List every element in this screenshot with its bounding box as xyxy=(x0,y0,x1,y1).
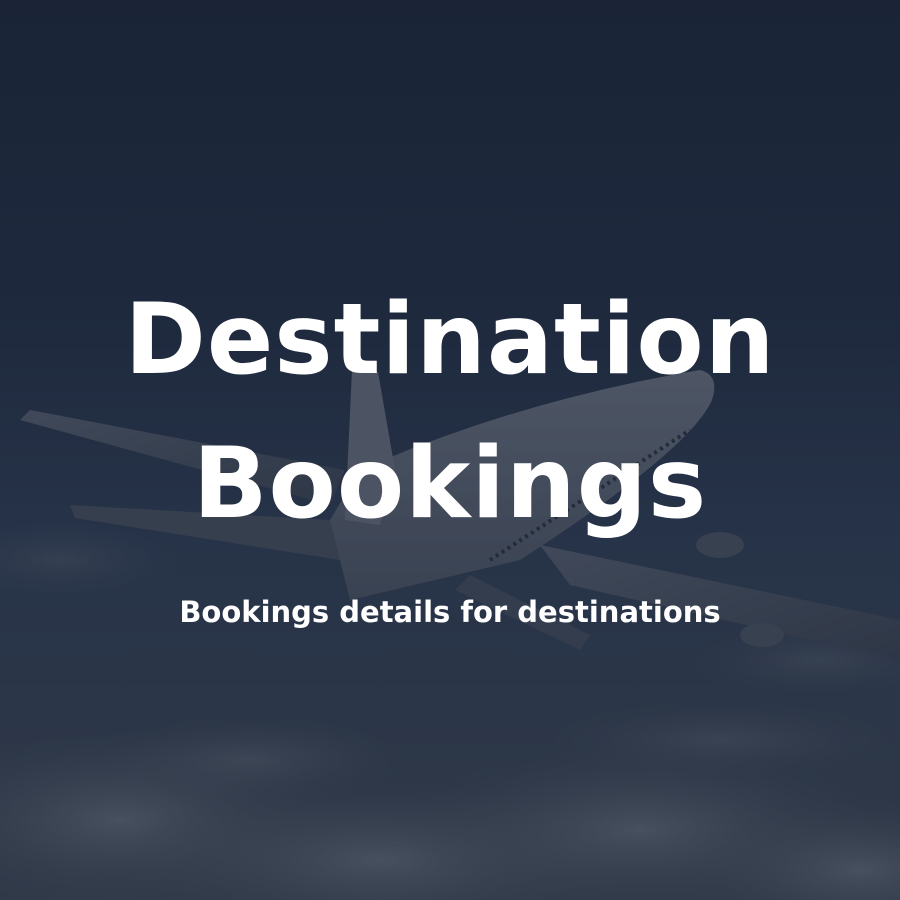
title-line-2: Bookings xyxy=(192,427,708,541)
page-subtitle: Bookings details for destinations xyxy=(179,595,721,629)
hero-banner: Destination Bookings Bookings details fo… xyxy=(0,0,900,900)
page-title: Destination Bookings xyxy=(0,268,900,556)
title-line-1: Destination xyxy=(124,283,776,397)
